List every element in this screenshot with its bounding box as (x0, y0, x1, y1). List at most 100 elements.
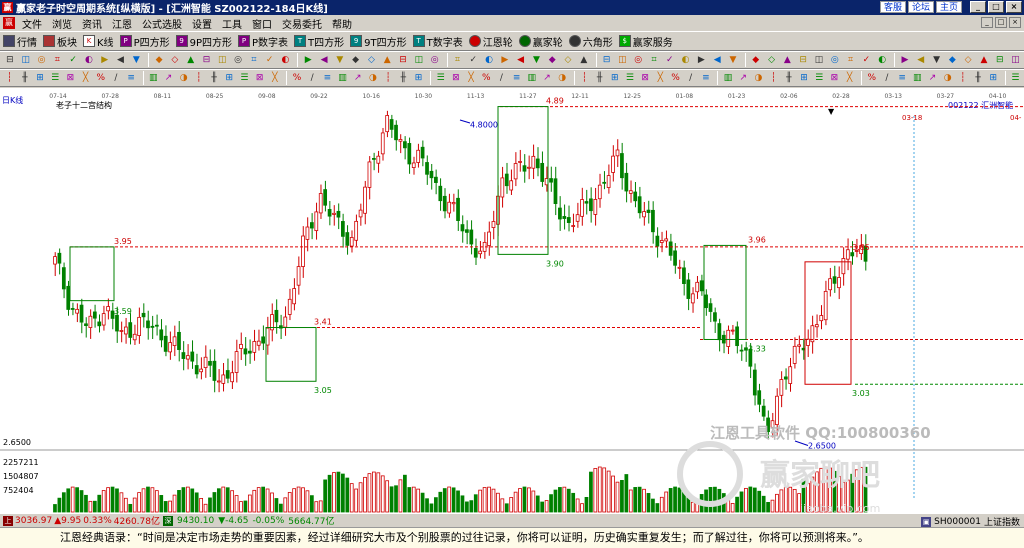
tool-button-icon[interactable]: ⌗ (451, 54, 465, 67)
service-button[interactable]: $ 赢家服务 (618, 34, 673, 49)
tool-button-icon[interactable]: ◀ (514, 54, 528, 67)
menu-help[interactable]: 帮助 (327, 16, 357, 31)
tool-button-icon[interactable]: ⊠ (449, 72, 462, 85)
tool-button-icon[interactable]: ◑ (556, 72, 569, 85)
tool-button-icon[interactable]: ▶ (898, 54, 912, 67)
tool-button-icon[interactable]: ◑ (941, 72, 954, 85)
tool-button-icon[interactable]: ◫ (412, 54, 426, 67)
t-number-button[interactable]: T T数字表 (412, 34, 463, 49)
tool-button-icon[interactable]: ⊞ (223, 72, 236, 85)
tool-button-icon[interactable]: ◆ (349, 54, 363, 67)
tool-button-icon[interactable]: ╫ (593, 72, 606, 85)
tool-button-icon[interactable]: ⌗ (247, 54, 261, 67)
tool-button-icon[interactable]: ◎ (231, 54, 245, 67)
tool-button-icon[interactable]: ▲ (780, 54, 794, 67)
close-button[interactable]: × (1006, 1, 1022, 13)
menu-gann[interactable]: 江恩 (107, 16, 137, 31)
tool-button-icon[interactable]: ⊟ (396, 54, 410, 67)
tool-button-icon[interactable]: ┆ (382, 72, 395, 85)
tool-button-icon[interactable]: ◆ (545, 54, 559, 67)
tool-button-icon[interactable]: ▥ (911, 72, 924, 85)
tool-button-icon[interactable]: ↗ (540, 72, 553, 85)
tool-button-icon[interactable]: ◑ (752, 72, 765, 85)
tool-button-icon[interactable]: ◇ (168, 54, 182, 67)
tool-button-icon[interactable]: ◆ (749, 54, 763, 67)
tool-button-icon[interactable]: ≡ (896, 72, 909, 85)
tool-button-icon[interactable]: ⌗ (647, 54, 661, 67)
tool-button-icon[interactable]: ▲ (380, 54, 394, 67)
quotes-button[interactable]: 行情 (3, 34, 37, 49)
kline-chart-panel[interactable]: 07-14 07-28 08-11 08-25 09-08 09-22 10-16 10-30… (0, 88, 1024, 513)
tool-button-icon[interactable]: ◎ (428, 54, 442, 67)
tool-button-icon[interactable]: ◀ (114, 54, 128, 67)
minimize-button[interactable]: _ (970, 1, 986, 13)
tool-button-icon[interactable]: ▼ (333, 54, 347, 67)
tool-button-icon[interactable]: ◇ (365, 54, 379, 67)
9t-square-button[interactable]: 9 9T四方形 (350, 34, 407, 49)
tool-button-icon[interactable]: ◎ (828, 54, 842, 67)
tool-button-icon[interactable]: ∕ (684, 72, 697, 85)
mdi-restore-button[interactable]: □ (995, 17, 1007, 28)
tool-button-icon[interactable]: ⊞ (797, 72, 810, 85)
menu-browse[interactable]: 浏览 (47, 16, 77, 31)
tool-button-icon[interactable]: ◇ (561, 54, 575, 67)
tool-button-icon[interactable]: ☰ (434, 72, 447, 85)
mdi-minimize-button[interactable]: _ (981, 17, 993, 28)
tool-button-icon[interactable]: ⊟ (993, 54, 1007, 67)
tool-button-icon[interactable]: ◐ (279, 54, 293, 67)
tool-button-icon[interactable]: ┆ (956, 72, 969, 85)
tool-button-icon[interactable]: ☰ (623, 72, 636, 85)
tool-button-icon[interactable]: ▥ (525, 72, 538, 85)
tool-button-icon[interactable]: ◐ (82, 54, 96, 67)
tool-button-icon[interactable]: ⊞ (33, 72, 46, 85)
tool-button-icon[interactable]: ▼ (530, 54, 544, 67)
tool-button-icon[interactable]: ∕ (306, 72, 319, 85)
tool-button-icon[interactable]: ┆ (192, 72, 205, 85)
tool-button-icon[interactable]: ◫ (615, 54, 629, 67)
tool-button-icon[interactable]: ◀ (710, 54, 724, 67)
tool-button-icon[interactable]: ≡ (699, 72, 712, 85)
tool-button-icon[interactable]: ╳ (268, 72, 281, 85)
tool-button-icon[interactable]: ⊟ (796, 54, 810, 67)
tool-button-icon[interactable]: ≡ (125, 72, 138, 85)
tool-button-icon[interactable]: ▼ (726, 54, 740, 67)
tool-button-icon[interactable]: ◎ (35, 54, 49, 67)
tool-button-icon[interactable]: ◫ (215, 54, 229, 67)
tool-button-icon[interactable]: ◀ (317, 54, 331, 67)
tool-button-icon[interactable]: ╳ (654, 72, 667, 85)
tool-button-icon[interactable]: ✓ (263, 54, 277, 67)
tool-button-icon[interactable]: ∕ (109, 72, 122, 85)
tool-button-icon[interactable]: ▶ (301, 54, 315, 67)
tool-button-icon[interactable]: ↗ (162, 72, 175, 85)
tool-button-icon[interactable]: ◐ (482, 54, 496, 67)
tool-button-icon[interactable]: ┆ (767, 72, 780, 85)
menu-settings[interactable]: 设置 (187, 16, 217, 31)
tool-button-icon[interactable]: ⊠ (64, 72, 77, 85)
tool-button-icon[interactable]: ▲ (977, 54, 991, 67)
mdi-close-button[interactable]: × (1009, 17, 1021, 28)
tool-button-icon[interactable]: ▥ (147, 72, 160, 85)
tool-button-icon[interactable]: ◎ (631, 54, 645, 67)
tool-button-icon[interactable]: ☰ (813, 72, 826, 85)
menu-news[interactable]: 资讯 (77, 16, 107, 31)
tool-button-icon[interactable]: ◫ (19, 54, 33, 67)
tool-button-icon[interactable]: ◑ (366, 72, 379, 85)
tool-button-icon[interactable]: ┆ (578, 72, 591, 85)
tool-button-icon[interactable]: ▥ (336, 72, 349, 85)
menu-window[interactable]: 窗口 (247, 16, 277, 31)
tool-button-icon[interactable]: ╫ (18, 72, 31, 85)
tool-button-icon[interactable]: ◇ (765, 54, 779, 67)
tool-button-icon[interactable]: ↗ (351, 72, 364, 85)
tool-button-icon[interactable]: ✓ (66, 54, 80, 67)
tool-button-icon[interactable]: % (669, 72, 682, 85)
tool-button-icon[interactable]: ⌗ (50, 54, 64, 67)
tool-button-icon[interactable]: ▶ (498, 54, 512, 67)
tool-button-icon[interactable]: ∕ (495, 72, 508, 85)
tool-button-icon[interactable]: ╳ (464, 72, 477, 85)
tool-button-icon[interactable]: ▲ (184, 54, 198, 67)
tool-button-icon[interactable]: ▥ (721, 72, 734, 85)
tool-button-icon[interactable]: ◑ (177, 72, 190, 85)
tool-button-icon[interactable]: ⌗ (844, 54, 858, 67)
p-square-button[interactable]: P P四方形 (119, 34, 170, 49)
tool-button-icon[interactable]: ◫ (1009, 54, 1023, 67)
